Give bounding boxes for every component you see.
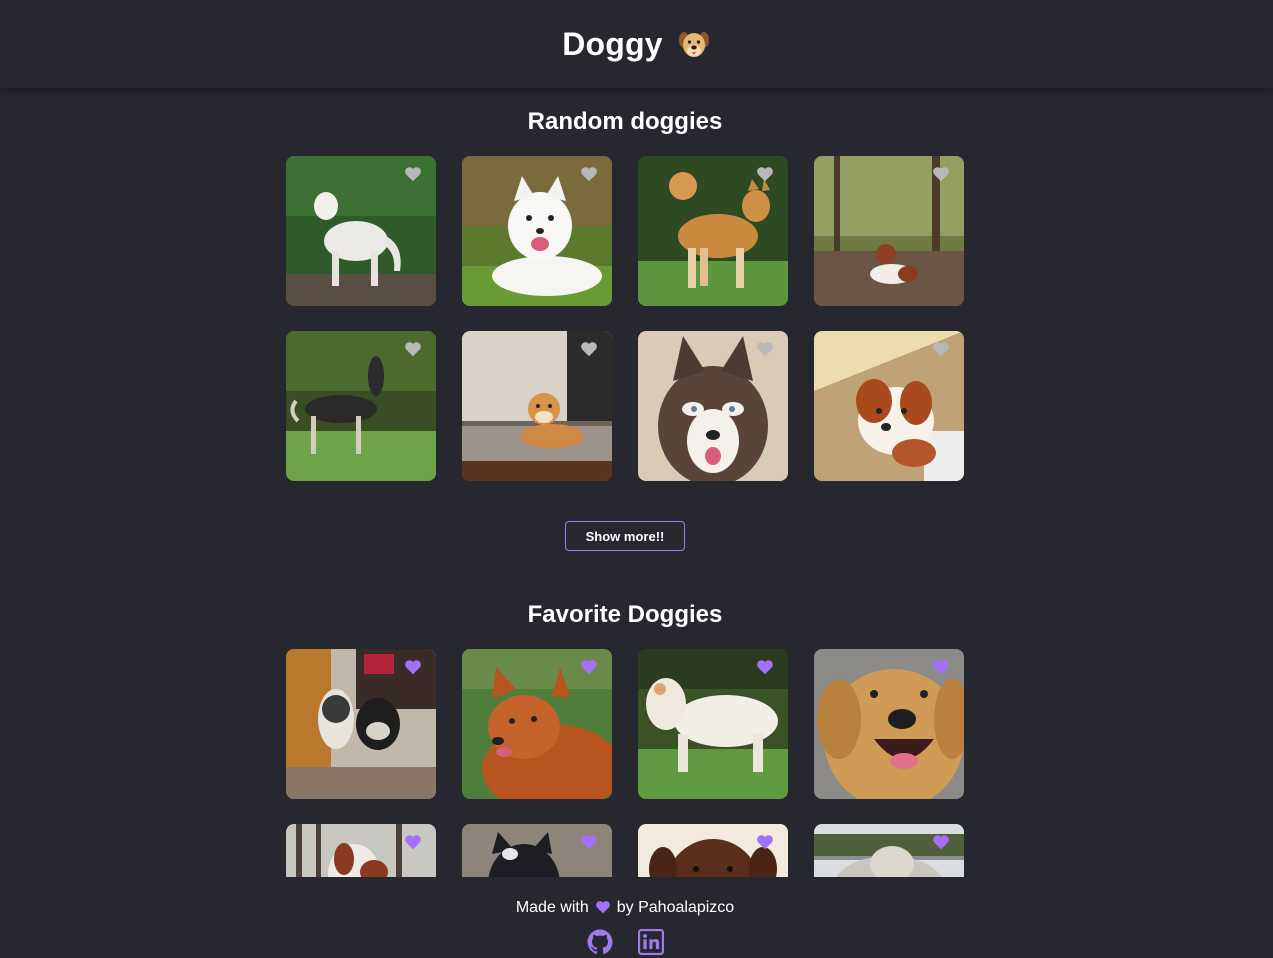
favorite-heart-icon[interactable]	[404, 341, 422, 357]
favorite-heart-icon[interactable]	[932, 341, 950, 357]
favorite-dog-card[interactable]	[814, 649, 964, 799]
favorite-heart-icon[interactable]	[580, 166, 598, 182]
favorite-doggies-title: Favorite Doggies	[527, 601, 723, 628]
favorite-dog-card[interactable]	[462, 649, 612, 799]
dog-photo[interactable]	[638, 824, 788, 877]
footer-made-with: Made with	[515, 899, 589, 916]
dog-card[interactable]	[462, 156, 612, 306]
favorites-scroll-area[interactable]	[0, 649, 1273, 877]
dog-card[interactable]	[638, 156, 788, 306]
favorite-dog-card[interactable]	[814, 824, 964, 877]
dog-card[interactable]	[814, 331, 964, 481]
favorite-heart-icon[interactable]	[404, 659, 422, 675]
favorite-dog-card[interactable]	[462, 824, 612, 877]
favorite-heart-icon[interactable]	[404, 166, 422, 182]
favorite-heart-icon[interactable]	[932, 659, 950, 675]
dog-card[interactable]	[814, 156, 964, 306]
favorite-dog-card[interactable]	[286, 824, 436, 877]
dog-card[interactable]	[286, 331, 436, 481]
favorite-heart-icon[interactable]	[756, 341, 774, 357]
dog-card[interactable]	[462, 331, 612, 481]
footer-credit: Made with by Pahoalapizco	[0, 899, 1250, 917]
footer-author: by Pahoalapizco	[616, 899, 735, 916]
linkedin-icon[interactable]	[638, 929, 664, 955]
favorite-heart-icon[interactable]	[580, 659, 598, 675]
random-doggies-title: Random doggies	[527, 108, 723, 135]
favorite-dog-card[interactable]	[286, 649, 436, 799]
favorite-dogs-grid	[286, 649, 966, 877]
favorite-heart-icon[interactable]	[756, 659, 774, 675]
dog-face-icon	[678, 32, 709, 57]
favorite-heart-icon[interactable]	[404, 834, 422, 850]
heart-icon	[595, 901, 610, 914]
footer: Made with by Pahoalapizco	[0, 877, 1250, 958]
favorite-heart-icon[interactable]	[756, 834, 774, 850]
favorite-heart-icon[interactable]	[932, 166, 950, 182]
favorite-dog-card[interactable]	[638, 824, 788, 877]
dog-photo[interactable]	[462, 824, 612, 877]
favorite-heart-icon[interactable]	[580, 834, 598, 850]
dog-card[interactable]	[638, 331, 788, 481]
show-more-button[interactable]: Show more!!	[565, 521, 685, 551]
favorite-heart-icon[interactable]	[932, 834, 950, 850]
favorite-heart-icon[interactable]	[756, 166, 774, 182]
app-header: Doggy	[0, 0, 1273, 88]
dog-photo[interactable]	[286, 824, 436, 877]
random-dogs-grid	[286, 156, 966, 481]
app-title: Doggy	[562, 25, 663, 62]
favorite-dog-card[interactable]	[638, 649, 788, 799]
dog-card[interactable]	[286, 156, 436, 306]
favorite-heart-icon[interactable]	[580, 341, 598, 357]
github-icon[interactable]	[587, 929, 613, 955]
dog-photo[interactable]	[814, 824, 964, 877]
